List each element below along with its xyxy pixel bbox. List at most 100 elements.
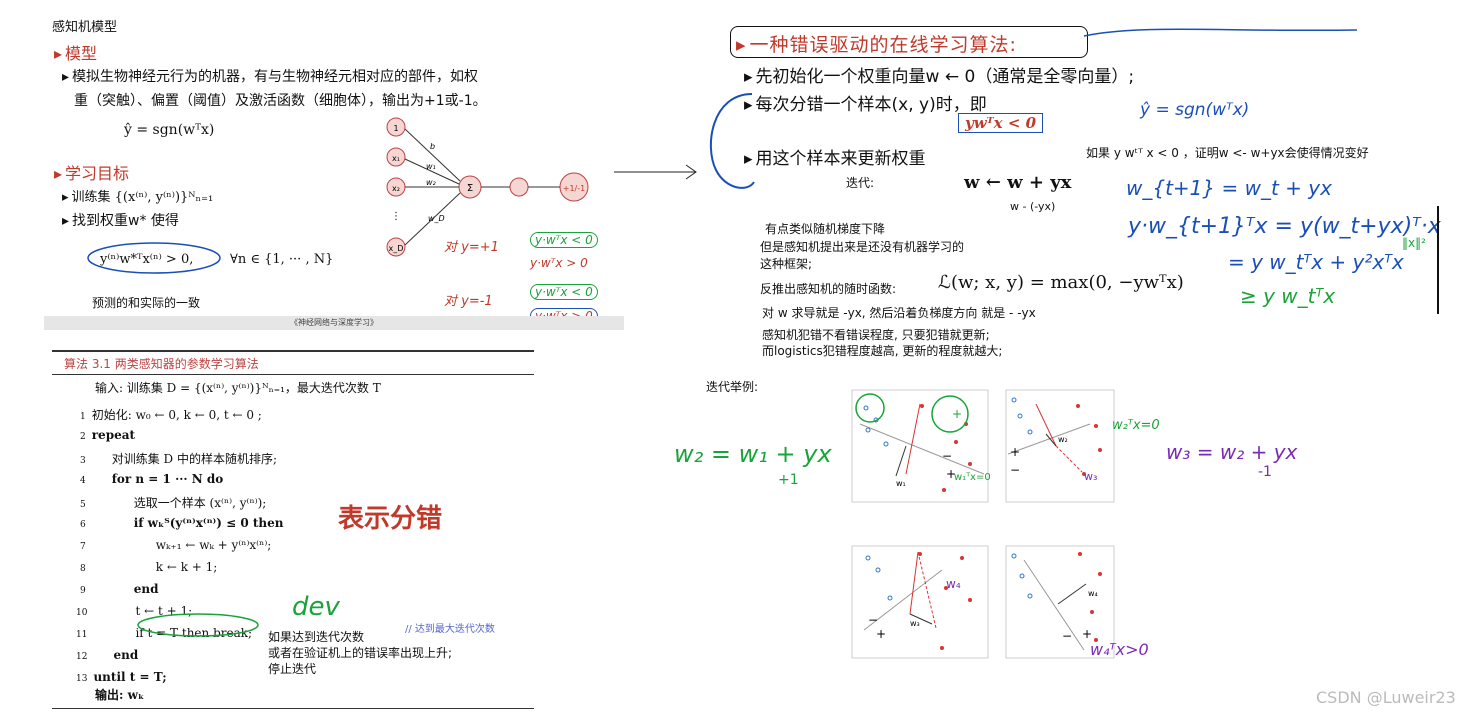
arrow-icon bbox=[614, 164, 697, 180]
hand-w2-sub: +1 bbox=[778, 472, 799, 488]
step-2: 每次分错一个样本(x, y)时，即 bbox=[744, 90, 987, 115]
hand-yhat: ŷ = sgn(wᵀx) bbox=[1140, 100, 1250, 120]
svg-text:+: + bbox=[952, 407, 962, 421]
hand-proof-3: ≥ y w_tᵀx bbox=[1240, 284, 1336, 308]
algo-line-3: 3 对训练集 D 中的样本随机排序; bbox=[80, 452, 278, 466]
iteration-plot-2: + − w₂ w₃ bbox=[1000, 384, 1120, 512]
diagram-weight-2: w₂ bbox=[426, 178, 437, 187]
iter-formula: w ← w + yx bbox=[964, 172, 1072, 193]
hand-proof-1: y·w_{t+1}ᵀx = y(w_t+yx)ᵀ·x bbox=[1128, 214, 1441, 239]
plot2-w2: w₂ bbox=[1058, 435, 1068, 444]
compare-note-1: 感知机犯错不看错误程度, 只要犯错就更新; bbox=[762, 328, 990, 342]
diagram-input-3: ⋮ bbox=[391, 211, 401, 222]
activation-node bbox=[509, 177, 529, 197]
diagram-input-4: x_D bbox=[389, 244, 404, 253]
diagram-weight-1: w₁ bbox=[426, 162, 436, 171]
condition-highlight bbox=[87, 242, 221, 274]
algorithm-output: 输出: wₖ bbox=[95, 688, 145, 702]
model-text-2: 重（突触）、偏置（阈值）及激活函数（细胞体），输出为+1或-1。 bbox=[74, 93, 487, 109]
algo-note-3: 停止迭代 bbox=[268, 662, 317, 676]
iter-sub: w - (-yx) bbox=[1010, 200, 1056, 213]
svg-text:−: − bbox=[868, 613, 878, 627]
plot4-w4: w₄ bbox=[1088, 589, 1098, 598]
slide-footer: 《神经网络与深度学习》 bbox=[44, 316, 624, 330]
plot4-note: w₄ᵀx>0 bbox=[1090, 640, 1149, 659]
step-2-box: ywᵀx < 0 bbox=[958, 113, 1044, 133]
hand-dev: dev bbox=[292, 592, 340, 622]
iteration-plot-1: + + − w₁ w₁ᵀx=0 bbox=[846, 384, 994, 512]
algo-line-9: 9 end bbox=[80, 582, 159, 596]
algo-line-13: 13 until t = T; bbox=[76, 670, 167, 684]
loss-label: 反推出感知机的随时函数: bbox=[760, 282, 897, 296]
algorithm-header: 算法 3.1 两类感知器的参数学习算法 bbox=[52, 352, 534, 375]
model-text-1: 模拟生物神经元行为的机器，有与生物神经元相对应的部件，如权 bbox=[62, 66, 478, 86]
hand-neg-1: y·wᵀx < 0 bbox=[530, 284, 598, 300]
iter-label: 迭代: bbox=[846, 176, 875, 190]
heading-underline bbox=[1083, 28, 1358, 37]
plot1-w1: w₁ bbox=[896, 479, 906, 488]
plot2-w3: w₃ bbox=[1084, 470, 1097, 483]
step-3: 用这个样本来更新权重 bbox=[744, 144, 926, 169]
hand-if-neg: 对 y=-1 bbox=[444, 294, 493, 309]
algo-line-1: 1 初始化: w₀ ← 0, k ← 0, t ← 0 ; bbox=[80, 408, 262, 422]
slide-title: 感知机模型 bbox=[52, 20, 118, 35]
plot3-w4: w₄ bbox=[946, 577, 961, 591]
model-heading: 模型 bbox=[54, 40, 97, 64]
sgd-note-2: 但是感知机提出来是还没有机器学习的 bbox=[760, 240, 965, 254]
hand-wt1: w_{t+1} = w_t + yx bbox=[1126, 176, 1332, 200]
algo-line-4: 4 for n = 1 ··· N do bbox=[80, 472, 224, 486]
svg-text:−: − bbox=[942, 449, 952, 463]
hand-misclassified: 表示分错 bbox=[338, 504, 443, 534]
grad-note: 对 w 求导就是 -yx, 然后沿着负梯度方向 就是 - -yx bbox=[762, 306, 1036, 320]
algo-line-6: 6 if wₖᵀ(y⁽ⁿ⁾x⁽ⁿ⁾) ≤ 0 then bbox=[80, 516, 284, 530]
diagram-sum: Σ bbox=[467, 183, 473, 194]
consistent-note: 预测的和实际的一致 bbox=[92, 296, 201, 310]
forall: ∀n ∈ {1, ··· , N} bbox=[230, 252, 334, 267]
plot1-note: w₁ᵀx=0 bbox=[954, 472, 991, 483]
sgd-note-3: 这种框架; bbox=[760, 257, 813, 271]
algo-line-7: 7 wₖ₊₁ ← wₖ + y⁽ⁿ⁾x⁽ⁿ⁾; bbox=[80, 538, 272, 552]
sgd-note-1: 有点类似随机梯度下降 bbox=[765, 222, 886, 236]
compare-note-2: 而logistics犯错程度越高, 更新的程度就越大; bbox=[762, 344, 1003, 358]
slide-perceptron-model: 感知机模型 模型 模拟生物神经元行为的机器，有与生物神经元相对应的部件，如权 重… bbox=[44, 8, 624, 330]
algo-line-2: 2 repeat bbox=[80, 428, 136, 442]
diagram-output: +1/-1 bbox=[563, 184, 585, 193]
diagram-weight-3: w_D bbox=[428, 214, 445, 223]
break-highlight bbox=[137, 613, 259, 637]
svg-text:−: − bbox=[1010, 463, 1020, 477]
train-set: 训练集 {(x⁽ⁿ⁾, y⁽ⁿ⁾)}ᴺₙ₌₁ bbox=[62, 186, 214, 205]
hand-proof-2: = y w_tᵀx + y²xᵀx bbox=[1228, 250, 1404, 274]
hand-if-pos: 对 y=+1 bbox=[444, 240, 499, 255]
plot3-w3: w₃ bbox=[910, 619, 920, 628]
hand-w3-sub: -1 bbox=[1258, 464, 1272, 480]
algo-line-5: 5 选取一个样本 (x⁽ⁿ⁾, y⁽ⁿ⁾); bbox=[80, 496, 267, 510]
svg-text:+: + bbox=[876, 627, 886, 641]
watermark: CSDN @Luweir23 bbox=[1316, 688, 1456, 707]
diagram-input-2: x₂ bbox=[392, 184, 400, 193]
algo-note-2: 或者在验证机上的错误率出现上升; bbox=[268, 646, 453, 660]
find-weight: 找到权重w* 使得 bbox=[62, 210, 179, 230]
formula-yhat: ŷ = sgn(wᵀx) bbox=[124, 122, 215, 138]
hand-w2: w₂ = w₁ + yx bbox=[674, 440, 832, 468]
loss-formula: ℒ(w; x, y) = max(0, −ywᵀx) bbox=[938, 272, 1184, 293]
diagram-weight-0: b bbox=[430, 142, 435, 151]
plot2-note: w₂ᵀx=0 bbox=[1112, 418, 1160, 433]
svg-text:−: − bbox=[1062, 629, 1072, 643]
hand-norm: ‖x‖² bbox=[1402, 236, 1426, 250]
svg-text:+: + bbox=[1010, 445, 1020, 459]
goal-heading: 学习目标 bbox=[54, 160, 129, 184]
right-heading: 一种错误驱动的在线学习算法: bbox=[736, 30, 1017, 57]
diagram-input-0: 1 bbox=[393, 124, 398, 133]
right-border bbox=[1437, 206, 1439, 314]
algorithm-comment: // 达到最大迭代次数 bbox=[405, 624, 495, 635]
diagram-input-1: x₁ bbox=[392, 154, 400, 163]
algo-line-8: 8k ← k + 1; bbox=[80, 560, 218, 574]
algorithm-input: 输入: 训练集 D = {(x⁽ⁿ⁾, y⁽ⁿ⁾)}ᴺₙ₌₁，最大迭代次数 T bbox=[95, 381, 381, 395]
algo-line-12: 12 end bbox=[76, 648, 139, 662]
hand-pos-1: y·wᵀx < 0 bbox=[530, 232, 598, 248]
if-note: 如果 y wᵗᵀ x < 0 ，证明w <- w+yx会使得情况变好 bbox=[1086, 146, 1369, 160]
svg-text:+: + bbox=[1082, 627, 1092, 641]
step-1: 先初始化一个权重向量w ← 0（通常是全零向量）; bbox=[744, 62, 1135, 87]
hand-pos-2: y·wᵀx > 0 bbox=[530, 256, 588, 270]
iteration-plot-3: − + w₃ w₄ bbox=[846, 540, 994, 668]
